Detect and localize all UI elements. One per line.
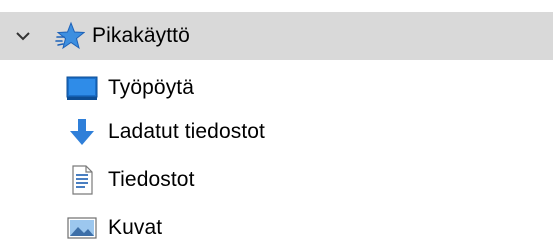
sidebar-item-desktop[interactable]: Työpöytä [0,66,553,110]
desktop-icon [66,72,98,104]
quick-access-label: Pikakäyttö [92,24,190,47]
sidebar-item-downloads[interactable]: Ladatut tiedostot [0,110,553,154]
sidebar-item-label: Kuvat [108,216,163,239]
document-icon [66,164,98,196]
navigation-pane: Pikakäyttö Työpöytä Ladatut tiedostot Ti… [0,0,553,240]
sidebar-item-label: Ladatut tiedostot [108,120,265,143]
sidebar-item-pictures[interactable]: Kuvat [0,206,553,240]
sidebar-item-documents[interactable]: Tiedostot [0,158,553,202]
quick-access-item[interactable]: Pikakäyttö [0,12,553,60]
pictures-icon [66,212,98,240]
sidebar-item-label: Työpöytä [108,76,195,99]
download-arrow-icon [66,116,98,148]
sidebar-item-label: Tiedostot [108,168,195,191]
star-icon [54,20,86,52]
chevron-down-icon[interactable] [12,25,34,47]
